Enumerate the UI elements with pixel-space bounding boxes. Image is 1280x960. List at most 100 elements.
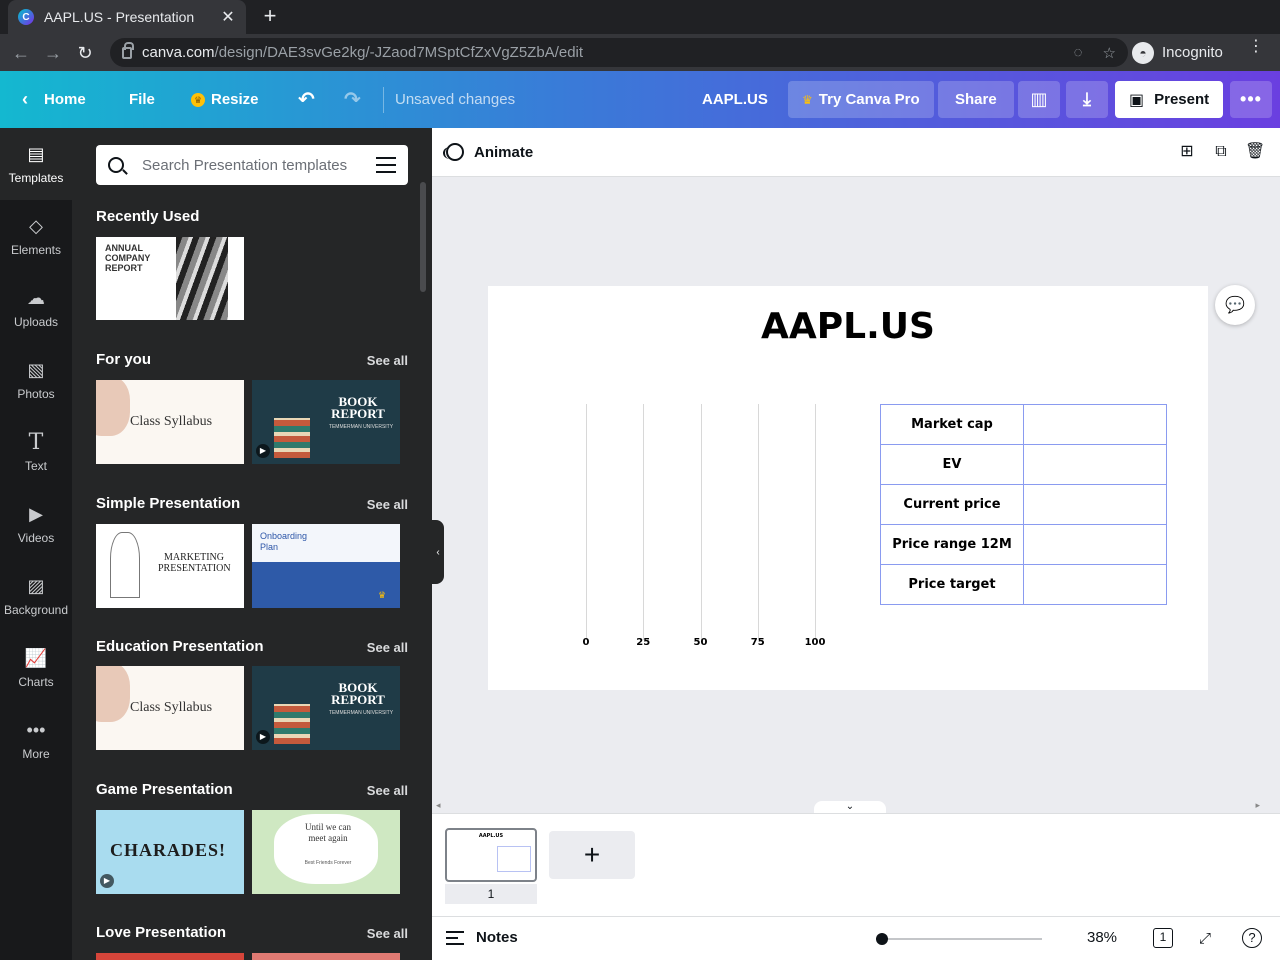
template-thumb-class-syllabus[interactable]: Class Syllabus xyxy=(96,380,244,464)
document-title[interactable]: AAPL.US xyxy=(692,81,778,118)
incognito-indicator[interactable]: ◓ Incognito xyxy=(1132,38,1223,67)
panel-scrollbar[interactable] xyxy=(420,182,426,292)
table-cell-label[interactable]: Price range 12M xyxy=(880,524,1024,565)
see-all-link[interactable]: See all xyxy=(367,640,408,655)
template-thumb-charades[interactable]: CHARADES! ▶ xyxy=(96,810,244,894)
download-icon[interactable]: ⤓ xyxy=(1066,81,1108,118)
rail-item-more[interactable]: ••• More xyxy=(0,704,72,776)
share-button[interactable]: Share xyxy=(938,81,1014,118)
redo-icon[interactable]: ↷ xyxy=(334,81,371,118)
slide-title[interactable]: AAPL.US xyxy=(488,306,1208,347)
rail-item-text[interactable]: T Text xyxy=(0,416,72,488)
zoom-slider[interactable] xyxy=(876,938,1042,940)
template-thumb-annual-report[interactable]: ANNUAL COMPANY REPORT xyxy=(96,237,244,320)
animate-button[interactable]: Animate xyxy=(443,143,534,161)
page-thumbnail[interactable]: AAPL.US xyxy=(445,828,537,882)
duplicate-page-icon[interactable]: ⧉ xyxy=(1211,142,1231,162)
see-all-link[interactable]: See all xyxy=(367,353,408,368)
left-rail: ▤ Templates ◇ Elements ☁ Uploads ▧ Photo… xyxy=(0,128,72,960)
add-comment-icon[interactable]: 💬 xyxy=(1215,285,1255,325)
template-thumb-onboarding[interactable]: Onboarding Plan ♛ xyxy=(252,524,400,608)
table-cell-label[interactable]: Current price xyxy=(880,484,1024,525)
table-cell-label[interactable]: Market cap xyxy=(880,404,1024,445)
table-row[interactable]: Price range 12M xyxy=(880,524,1167,565)
page-count-icon[interactable]: 1 xyxy=(1153,928,1173,948)
eye-off-icon[interactable]: ◌ xyxy=(1074,44,1083,61)
rail-item-videos[interactable]: ▶ Videos xyxy=(0,488,72,560)
reload-icon[interactable]: ↻ xyxy=(72,40,98,66)
editor-area: Animate ⊞ ⧉ 🗑 ‹ AAPL.US 0 25 50 75 100 Marke… xyxy=(432,128,1280,960)
page-thumb-table xyxy=(497,846,531,872)
rail-item-uploads[interactable]: ☁ Uploads xyxy=(0,272,72,344)
rail-item-photos[interactable]: ▧ Photos xyxy=(0,344,72,416)
x-tick-label: 25 xyxy=(636,637,651,648)
add-page-icon[interactable]: ⊞ xyxy=(1177,142,1197,162)
thumb-text: MARKETING PRESENTATION xyxy=(158,552,231,574)
thumb-text: Until we can meet again xyxy=(305,822,351,843)
url-field[interactable]: canva.com/design/DAE3svGe2kg/-JZaod7MSpt… xyxy=(110,38,1128,67)
browser-tabbar: C AAPL.US - Presentation ✕ + xyxy=(0,0,1280,34)
table-row[interactable]: EV xyxy=(880,444,1167,485)
table-cell-label[interactable]: Price target xyxy=(880,564,1024,605)
table-cell-value[interactable] xyxy=(1023,444,1167,485)
rail-item-charts[interactable]: 📈 Charts xyxy=(0,632,72,704)
table-row[interactable]: Price target xyxy=(880,564,1167,605)
fullscreen-icon[interactable]: ⤢ xyxy=(1194,928,1216,950)
key-stats-table[interactable]: Market cap EV Current price Price range 12M… xyxy=(880,404,1167,605)
more-options-icon[interactable]: ••• xyxy=(1230,81,1272,118)
rail-item-elements[interactable]: ◇ Elements xyxy=(0,200,72,272)
add-page-button[interactable]: + xyxy=(549,831,635,879)
see-all-link[interactable]: See all xyxy=(367,783,408,798)
browser-menu-icon[interactable]: ⋮ xyxy=(1248,39,1264,55)
table-row[interactable]: Market cap xyxy=(880,404,1167,445)
home-button[interactable]: ‹ Home xyxy=(12,81,96,118)
present-button[interactable]: ▣ Present xyxy=(1115,81,1224,118)
zoom-slider-handle[interactable] xyxy=(876,933,888,945)
template-thumb-love[interactable] xyxy=(96,953,244,960)
building-photo xyxy=(176,237,228,320)
see-all-link[interactable]: See all xyxy=(367,926,408,941)
bar-chart[interactable]: 0 25 50 75 100 xyxy=(576,398,836,660)
zoom-level[interactable]: 38% xyxy=(1087,929,1117,946)
close-icon[interactable]: ✕ xyxy=(220,7,236,27)
animate-label: Animate xyxy=(474,143,534,161)
rail-item-templates[interactable]: ▤ Templates xyxy=(0,128,72,200)
collapse-panel-handle[interactable]: ‹ xyxy=(432,520,444,584)
table-cell-value[interactable] xyxy=(1023,404,1167,445)
table-cell-label[interactable]: EV xyxy=(880,444,1024,485)
canva-favicon-icon: C xyxy=(18,9,34,25)
back-icon[interactable]: ← xyxy=(8,40,34,66)
delete-page-icon[interactable]: 🗑 xyxy=(1245,142,1265,162)
new-tab-button[interactable]: + xyxy=(258,4,282,28)
chart-gridline xyxy=(643,404,645,640)
template-thumb-until-we-meet[interactable]: Until we can meet again Best Friends For… xyxy=(252,810,400,894)
template-thumb-class-syllabus[interactable]: Class Syllabus xyxy=(96,666,244,750)
table-cell-value[interactable] xyxy=(1023,524,1167,565)
bottom-bar: Notes 38% 1 ⤢ ? xyxy=(432,916,1280,960)
template-thumb-book-report[interactable]: BOOK REPORT TEMMERMAN UNIVERSITY ▶ xyxy=(252,380,400,464)
file-menu-button[interactable]: File xyxy=(119,81,165,118)
resize-button[interactable]: ♛ Resize xyxy=(181,81,269,118)
browser-tab[interactable]: C AAPL.US - Presentation ✕ xyxy=(8,0,246,34)
insights-icon[interactable]: ▥ xyxy=(1018,81,1060,118)
template-thumb-book-report[interactable]: BOOK REPORT TEMMERMAN UNIVERSITY ▶ xyxy=(252,666,400,750)
help-icon[interactable]: ? xyxy=(1242,928,1262,948)
table-cell-value[interactable] xyxy=(1023,484,1167,525)
forward-icon[interactable]: → xyxy=(40,40,66,66)
see-all-link[interactable]: See all xyxy=(367,497,408,512)
star-icon[interactable]: ☆ xyxy=(1103,44,1116,62)
table-cell-value[interactable] xyxy=(1023,564,1167,605)
try-canva-pro-button[interactable]: ♛ Try Canva Pro xyxy=(788,81,934,118)
undo-icon[interactable]: ↶ xyxy=(288,81,325,118)
rail-label: Elements xyxy=(10,243,62,257)
share-label: Share xyxy=(955,91,997,108)
template-thumb-love[interactable] xyxy=(252,953,400,960)
table-row[interactable]: Current price xyxy=(880,484,1167,525)
slide-canvas[interactable]: AAPL.US 0 25 50 75 100 Market cap EV Current p… xyxy=(488,286,1208,690)
notes-button[interactable]: Notes xyxy=(446,929,518,946)
template-thumb-marketing[interactable]: MARKETING PRESENTATION xyxy=(96,524,244,608)
template-search[interactable] xyxy=(96,145,408,185)
filter-icon[interactable] xyxy=(376,157,396,173)
search-input[interactable] xyxy=(142,156,376,174)
rail-item-background[interactable]: ▨ Background xyxy=(0,560,72,632)
